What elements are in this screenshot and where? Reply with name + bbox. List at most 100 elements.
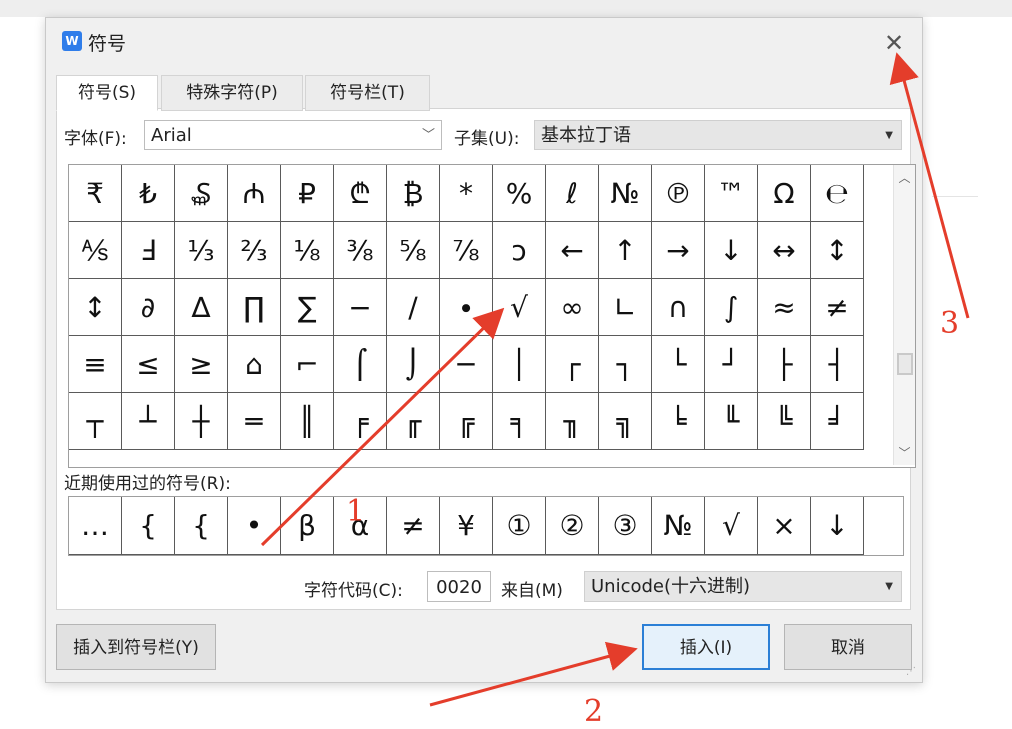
symbol-cell[interactable]: ╛	[811, 393, 864, 450]
symbol-cell[interactable]: ⅞	[440, 222, 493, 279]
symbol-cell[interactable]: ╔	[440, 393, 493, 450]
recent-symbol-cell[interactable]: ①	[493, 497, 546, 555]
symbol-cell[interactable]: Ω	[758, 165, 811, 222]
recent-symbol-cell[interactable]: ¥	[440, 497, 493, 555]
symbol-cell[interactable]: ║	[281, 393, 334, 450]
symbol-cell[interactable]: ═	[228, 393, 281, 450]
recent-symbol-cell[interactable]: ×	[758, 497, 811, 555]
symbol-cell[interactable]: ╓	[387, 393, 440, 450]
symbol-cell[interactable]: ╖	[546, 393, 599, 450]
recent-symbol-cell[interactable]: ↓	[811, 497, 864, 555]
symbol-cell[interactable]: №	[599, 165, 652, 222]
tab-symbol-bar[interactable]: 符号栏(T)	[305, 75, 430, 111]
symbol-cell[interactable]: ╙	[705, 393, 758, 450]
symbol-cell[interactable]: ⅓	[175, 222, 228, 279]
symbol-cell[interactable]: ℗	[652, 165, 705, 222]
recent-symbol-cell[interactable]: …	[69, 497, 122, 555]
symbol-cell[interactable]: ™	[705, 165, 758, 222]
symbol-cell[interactable]: ┤	[811, 336, 864, 393]
subset-select[interactable]: 基本拉丁语 ▼	[534, 120, 902, 150]
symbol-cell[interactable]: ┼	[175, 393, 228, 450]
symbol-cell[interactable]: ↕	[69, 279, 122, 336]
symbol-cell[interactable]: *	[440, 165, 493, 222]
symbol-cell[interactable]: ←	[546, 222, 599, 279]
recent-symbol-cell[interactable]: √	[705, 497, 758, 555]
symbol-cell[interactable]: ∏	[228, 279, 281, 336]
symbol-cell[interactable]: ⅔	[228, 222, 281, 279]
symbol-cell[interactable]: ├	[758, 336, 811, 393]
symbol-cell[interactable]: %	[493, 165, 546, 222]
symbol-cell[interactable]: ┐	[599, 336, 652, 393]
symbol-cell[interactable]: ∑	[281, 279, 334, 336]
symbol-cell[interactable]: ∞	[546, 279, 599, 336]
scroll-up-icon[interactable]: ︿	[894, 169, 915, 186]
cancel-button[interactable]: 取消	[784, 624, 912, 670]
symbol-cell[interactable]: ⅜	[334, 222, 387, 279]
symbol-cell[interactable]: ⌠	[334, 336, 387, 393]
symbol-cell[interactable]: ↓	[705, 222, 758, 279]
symbol-cell[interactable]: └	[652, 336, 705, 393]
symbol-cell[interactable]: Ⅎ	[122, 222, 175, 279]
close-icon[interactable]: ✕	[878, 28, 910, 58]
symbol-cell[interactable]: ⅝	[387, 222, 440, 279]
symbol-cell[interactable]: │	[493, 336, 546, 393]
symbol-cell[interactable]: ≠	[811, 279, 864, 336]
symbol-cell[interactable]: ⅍	[69, 222, 122, 279]
symbol-cell[interactable]: ₷	[175, 165, 228, 222]
symbol-cell[interactable]: ╕	[493, 393, 546, 450]
symbol-cell[interactable]: ∫	[705, 279, 758, 336]
recent-symbol-cell[interactable]: ②	[546, 497, 599, 555]
symbol-cell[interactable]: ₾	[334, 165, 387, 222]
symbol-cell[interactable]: ╗	[599, 393, 652, 450]
symbol-cell[interactable]: ↔	[758, 222, 811, 279]
symbol-cell[interactable]: ≤	[122, 336, 175, 393]
recent-symbol-cell[interactable]: •	[228, 497, 281, 555]
symbol-cell[interactable]: −	[334, 279, 387, 336]
symbol-cell[interactable]: ₿	[387, 165, 440, 222]
symbol-cell[interactable]: →	[652, 222, 705, 279]
symbol-cell[interactable]: ∂	[122, 279, 175, 336]
symbol-cell[interactable]: ∟	[599, 279, 652, 336]
symbol-grid-scrollbar[interactable]: ︿ ﹀	[893, 165, 915, 465]
recent-symbol-cell[interactable]: {	[175, 497, 228, 555]
symbol-cell[interactable]: ┬	[69, 393, 122, 450]
symbol-cell[interactable]: ↑	[599, 222, 652, 279]
scroll-down-icon[interactable]: ﹀	[894, 444, 915, 461]
insert-button[interactable]: 插入(I)	[642, 624, 770, 670]
recent-symbol-cell[interactable]: №	[652, 497, 705, 555]
symbol-cell[interactable]: ─	[440, 336, 493, 393]
symbol-cell[interactable]: ₼	[228, 165, 281, 222]
symbol-cell[interactable]: ∙	[440, 279, 493, 336]
symbol-cell[interactable]: ╚	[758, 393, 811, 450]
font-select[interactable]: Arial ﹀	[144, 120, 442, 150]
recent-symbol-cell[interactable]: {	[122, 497, 175, 555]
symbol-cell[interactable]: ₺	[122, 165, 175, 222]
symbol-cell[interactable]: ↄ	[493, 222, 546, 279]
symbol-cell[interactable]: ≈	[758, 279, 811, 336]
tab-symbols[interactable]: 符号(S)	[56, 75, 158, 111]
symbol-cell[interactable]: ≥	[175, 336, 228, 393]
symbol-cell[interactable]: ∆	[175, 279, 228, 336]
symbol-cell[interactable]: ₹	[69, 165, 122, 222]
insert-to-symbol-bar-button[interactable]: 插入到符号栏(Y)	[56, 624, 216, 670]
symbol-cell[interactable]: ∕	[387, 279, 440, 336]
symbol-cell[interactable]: ℓ	[546, 165, 599, 222]
recent-symbol-cell[interactable]: β	[281, 497, 334, 555]
recent-symbol-cell[interactable]: ≠	[387, 497, 440, 555]
symbol-cell[interactable]: ↕	[811, 222, 864, 279]
scroll-thumb[interactable]	[897, 353, 913, 375]
from-select[interactable]: Unicode(十六进制) ▼	[584, 571, 902, 602]
resize-grip-icon[interactable]: ⋰	[906, 666, 916, 677]
symbol-cell[interactable]: ⅛	[281, 222, 334, 279]
symbol-cell[interactable]: ∩	[652, 279, 705, 336]
symbol-cell[interactable]: ⌐	[281, 336, 334, 393]
symbol-cell[interactable]: √	[493, 279, 546, 336]
symbol-cell[interactable]: ┌	[546, 336, 599, 393]
symbol-cell[interactable]: ₽	[281, 165, 334, 222]
recent-symbol-cell[interactable]: ③	[599, 497, 652, 555]
symbol-cell[interactable]: ≡	[69, 336, 122, 393]
symbol-cell[interactable]: ℮	[811, 165, 864, 222]
symbol-cell[interactable]: ┘	[705, 336, 758, 393]
tab-special-characters[interactable]: 特殊字符(P)	[161, 75, 303, 111]
symbol-cell[interactable]: ╒	[334, 393, 387, 450]
